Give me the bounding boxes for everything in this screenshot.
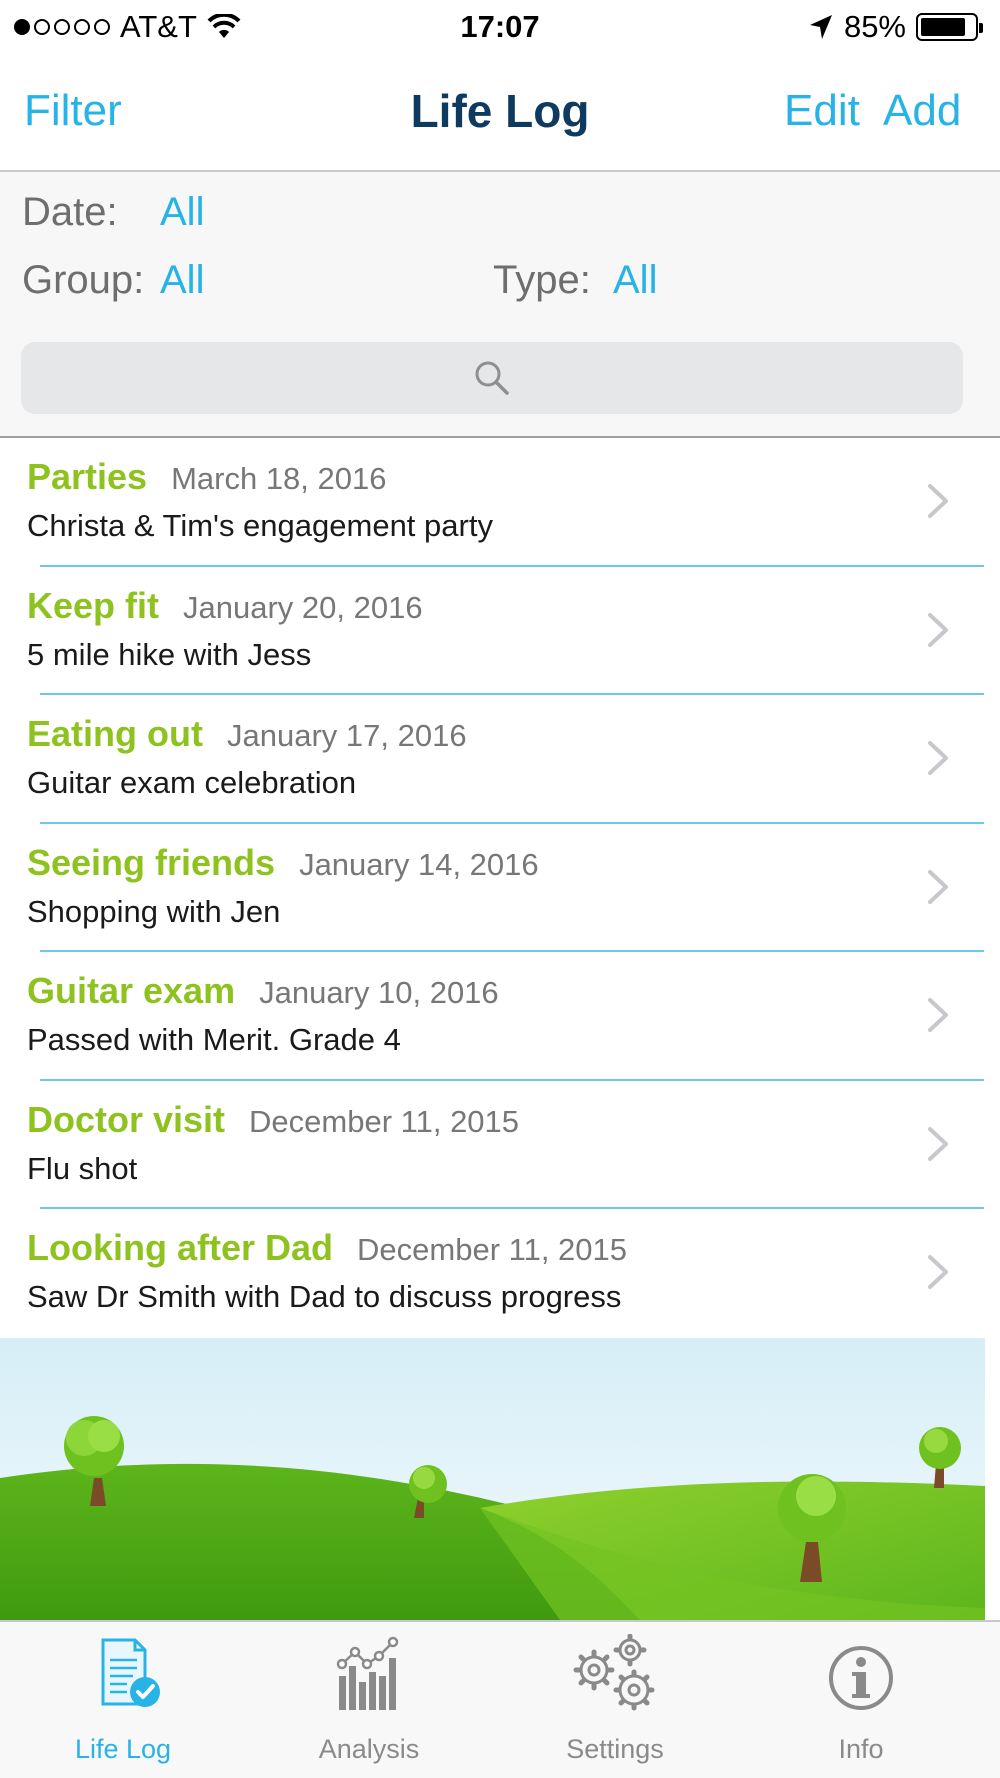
tab-settings[interactable]: Settings [492, 1622, 738, 1778]
chevron-right-icon [928, 998, 948, 1032]
entry-description: Shopping with Jen [27, 893, 281, 929]
analysis-icon [336, 1636, 399, 1710]
chevron-right-icon [928, 484, 948, 518]
entry-date: December 11, 2015 [249, 1103, 520, 1139]
search-input[interactable] [21, 342, 963, 414]
landscape-illustration [0, 1338, 985, 1620]
edit-button[interactable]: Edit [784, 86, 860, 136]
entry-description: 5 mile hike with Jess [27, 636, 312, 672]
list-item[interactable]: Doctor visit December 11, 2015 Flu shot [0, 1081, 1000, 1209]
list-item[interactable]: Eating out January 17, 2016 Guitar exam ce… [0, 695, 1000, 824]
tab-life-log-label: Life Log [74, 1734, 172, 1764]
battery-percent: 85% [843, 9, 906, 44]
entry-date: January 14, 2016 [299, 846, 539, 882]
entry-list: Parties March 18, 2016 Christa & Tim's eng… [0, 438, 1000, 1338]
list-item[interactable]: Guitar exam January 10, 2016 Passed with M… [0, 952, 1000, 1081]
tab-analysis-label: Analysis [318, 1734, 420, 1764]
date-filter-value[interactable]: All [160, 190, 204, 235]
group-filter-value[interactable]: All [160, 258, 204, 303]
settings-icon [573, 1634, 655, 1711]
status-bar: AT&T 17:07 85% [0, 0, 1000, 54]
tab-life-log[interactable]: Life Log [0, 1622, 246, 1778]
entry-description: Christa & Tim's engagement party [27, 508, 493, 543]
search-icon [475, 361, 509, 395]
entry-description: Saw Dr Smith with Dad to discuss progres… [27, 1279, 622, 1314]
group-filter-label: Group: [22, 258, 145, 302]
location-arrow-icon [809, 15, 832, 39]
entry-group-label: Eating out [27, 713, 203, 754]
entry-group-label: Parties [27, 456, 148, 497]
list-item[interactable]: Parties March 18, 2016 Christa & Tim's eng… [0, 438, 1000, 567]
entry-group-label: Guitar exam [27, 970, 236, 1011]
list-item[interactable]: Looking after Dad December 11, 2015 Saw Dr… [0, 1209, 1000, 1338]
chevron-right-icon [928, 741, 948, 775]
life-log-icon [101, 1638, 160, 1707]
date-filter-label: Date: [22, 190, 118, 234]
chevron-right-icon [928, 1126, 948, 1161]
entry-date: January 10, 2016 [259, 975, 499, 1010]
entry-group-label: Keep fit [27, 584, 160, 626]
chevron-right-icon [928, 612, 948, 647]
group-filter: Group: All [22, 258, 204, 303]
list-item[interactable]: Keep fit January 20, 2016 5 mile hike with… [0, 567, 1000, 695]
info-icon [829, 1646, 893, 1710]
entry-group-label: Doctor visit [27, 1098, 226, 1140]
tab-info-label: Info [838, 1734, 884, 1764]
entry-group: Guitar exam January 10, 2016 [27, 970, 499, 1012]
type-filter: Type: All [493, 258, 657, 303]
entry-description: Guitar exam celebration [27, 765, 357, 800]
tab-analysis[interactable]: Analysis [246, 1622, 492, 1778]
add-button[interactable]: Add [883, 86, 961, 136]
entry-date: January 17, 2016 [226, 718, 467, 753]
chevron-right-icon [928, 1255, 948, 1289]
tab-info[interactable]: Info [738, 1622, 984, 1778]
entry-date: March 18, 2016 [171, 461, 387, 496]
entry-group-label: Looking after Dad [27, 1227, 334, 1268]
battery-icon [916, 13, 983, 41]
entry-group: Eating out January 17, 2016 [27, 713, 467, 755]
entry-date: January 20, 2016 [183, 589, 423, 625]
battery-fill [921, 18, 966, 36]
entry-group: Seeing friends January 14, 2016 [27, 842, 539, 884]
list-item[interactable]: Seeing friends January 14, 2016 Shopping w… [0, 824, 1000, 952]
filter-panel: Date: All Group: All Type: All [0, 172, 1000, 438]
type-filter-label: Type: [493, 258, 591, 302]
entry-group-label: Seeing friends [27, 841, 276, 883]
entry-group: Parties March 18, 2016 [27, 456, 387, 498]
entry-group: Doctor visit December 11, 2015 [27, 1099, 519, 1141]
entry-description: Flu shot [27, 1150, 138, 1186]
type-filter-value[interactable]: All [613, 258, 657, 303]
date-filter: Date: All [22, 190, 204, 235]
tab-bar: Life Log Analysis Settings Info [0, 1620, 1000, 1778]
entry-group: Keep fit January 20, 2016 [27, 585, 423, 627]
status-right: 85% [808, 9, 983, 45]
entry-date: December 11, 2015 [357, 1232, 628, 1267]
entry-description: Passed with Merit. Grade 4 [27, 1022, 401, 1057]
navigation-bar: Filter Life Log Edit Add [0, 54, 1000, 172]
tab-settings-label: Settings [566, 1734, 664, 1764]
entry-group: Looking after Dad December 11, 2015 [27, 1227, 627, 1269]
chevron-right-icon [928, 869, 948, 904]
